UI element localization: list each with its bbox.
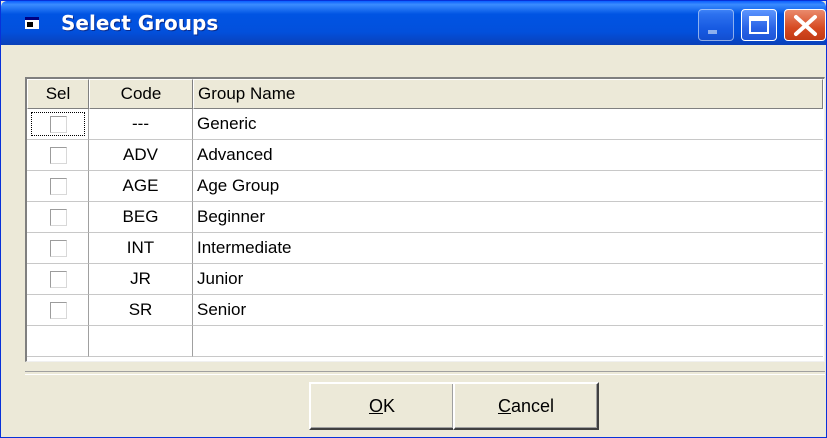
focus-rectangle xyxy=(31,112,85,136)
select-checkbox[interactable] xyxy=(50,271,67,288)
maximize-button[interactable] xyxy=(741,9,777,41)
ok-button[interactable]: OK xyxy=(309,382,455,430)
cancel-label: ancel xyxy=(510,396,555,416)
group-name-cell xyxy=(193,326,823,357)
table-row[interactable]: INT Intermediate xyxy=(27,233,823,264)
sel-cell[interactable] xyxy=(27,140,89,171)
group-name-cell: Senior xyxy=(193,295,823,326)
code-cell: INT xyxy=(89,233,193,264)
group-name-cell: Intermediate xyxy=(193,233,823,264)
select-checkbox[interactable] xyxy=(50,147,67,164)
sel-cell[interactable] xyxy=(27,202,89,233)
group-name-cell: Age Group xyxy=(193,171,823,202)
groups-grid[interactable]: Sel Code Group Name --- Generic ADV Adva… xyxy=(25,77,825,362)
ok-mnemonic: O xyxy=(368,396,383,416)
sel-cell[interactable] xyxy=(27,295,89,326)
table-row[interactable]: ADV Advanced xyxy=(27,140,823,171)
code-cell xyxy=(89,326,193,357)
table-row-empty[interactable] xyxy=(27,326,823,357)
group-name-cell: Beginner xyxy=(193,202,823,233)
group-name-cell: Junior xyxy=(193,264,823,295)
minimize-icon xyxy=(708,30,717,34)
close-icon xyxy=(794,15,817,36)
window-title: Select Groups xyxy=(61,11,219,35)
select-groups-dialog: Select Groups Sel Code Group Name --- Ge… xyxy=(0,0,827,438)
select-checkbox[interactable] xyxy=(50,209,67,226)
ok-label: K xyxy=(383,396,396,416)
select-checkbox[interactable] xyxy=(50,178,67,195)
select-checkbox[interactable] xyxy=(50,302,67,319)
app-window-icon xyxy=(25,17,39,29)
sel-cell[interactable] xyxy=(27,171,89,202)
cancel-button[interactable]: Cancel xyxy=(453,382,599,430)
code-cell: JR xyxy=(89,264,193,295)
maximize-icon xyxy=(749,16,769,34)
sel-cell[interactable] xyxy=(27,109,89,140)
code-cell: ADV xyxy=(89,140,193,171)
sel-cell[interactable] xyxy=(27,326,89,357)
group-name-cell: Generic xyxy=(193,109,823,140)
minimize-button[interactable] xyxy=(698,9,734,41)
table-row[interactable]: --- Generic xyxy=(27,109,823,140)
sel-cell[interactable] xyxy=(27,264,89,295)
column-header-sel[interactable]: Sel xyxy=(27,79,89,109)
code-cell: SR xyxy=(89,295,193,326)
group-name-cell: Advanced xyxy=(193,140,823,171)
code-cell: --- xyxy=(89,109,193,140)
close-button[interactable] xyxy=(784,9,826,41)
table-row[interactable]: SR Senior xyxy=(27,295,823,326)
table-row[interactable]: BEG Beginner xyxy=(27,202,823,233)
table-row[interactable]: AGE Age Group xyxy=(27,171,823,202)
column-header-code[interactable]: Code xyxy=(89,79,193,109)
column-header-group-name[interactable]: Group Name xyxy=(193,79,823,109)
divider xyxy=(25,371,825,375)
cancel-mnemonic: C xyxy=(497,396,511,416)
code-cell: AGE xyxy=(89,171,193,202)
select-checkbox[interactable] xyxy=(50,240,67,257)
table-row[interactable]: JR Junior xyxy=(27,264,823,295)
code-cell: BEG xyxy=(89,202,193,233)
sel-cell[interactable] xyxy=(27,233,89,264)
title-bar[interactable]: Select Groups xyxy=(1,1,826,45)
